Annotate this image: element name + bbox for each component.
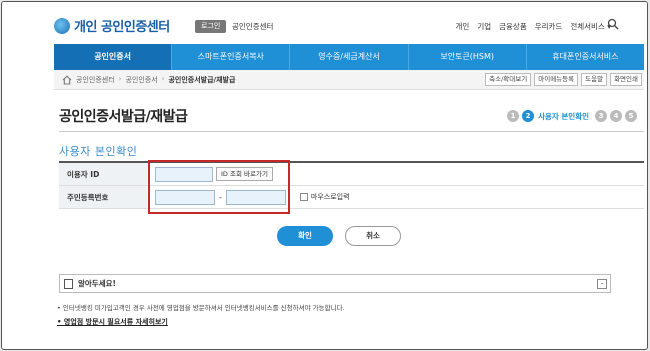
top-link-card[interactable]: 우리카드 xyxy=(535,21,563,32)
mouse-input-checkbox[interactable] xyxy=(299,193,308,201)
main-nav: 공인인증서 스마트폰인증서복사 영수증/세금계산서 보안토큰(HSM) 휴대폰인… xyxy=(54,44,644,70)
breadcrumb-separator: › xyxy=(118,74,122,83)
notice-title: 알아두세요! xyxy=(78,279,116,288)
step-4: 4 xyxy=(610,110,622,122)
required-docs-link[interactable]: • 영업점 방문시 필요서류 자세히보기 xyxy=(57,317,168,327)
search-icon[interactable] xyxy=(607,18,619,30)
active-step-label: 사용자 본인확인 xyxy=(538,111,589,121)
breadcrumb-bar: 공인인증센터 › 공인인증서 › 공인인증서발급/재발급 축소/확대보기 마이메… xyxy=(54,70,644,90)
my-menu-button[interactable]: 마이메뉴등록 xyxy=(534,73,579,86)
nav-item-security-token[interactable]: 보안토큰(HSM) xyxy=(409,44,527,70)
step-3: 3 xyxy=(595,110,607,122)
nav-item-mobile-certificate[interactable]: 휴대폰인증서서비스 xyxy=(527,44,644,70)
logo-mark-icon xyxy=(54,17,70,34)
step-indicator: 1 2 사용자 본인확인 3 4 5 xyxy=(507,110,637,122)
resident-number-row: 주민등록번호 - 마우스로입력 xyxy=(59,186,644,209)
home-icon[interactable] xyxy=(62,74,72,85)
note-icon xyxy=(64,278,73,289)
user-id-label: 이용자 ID xyxy=(59,163,147,185)
app-frame: 개인 공인인증센터 로그인 공인인증센터 개인 기업 금융상품 우리카드 전체서… xyxy=(1,1,648,350)
top-link-all-services[interactable]: 전체서비스 ▾ xyxy=(570,21,611,32)
step-2-active: 2 xyxy=(522,110,535,122)
top-link-business[interactable]: 기업 xyxy=(477,21,491,32)
breadcrumb-current: 공인인증서발급/재발급 xyxy=(168,75,236,84)
breadcrumb: 공인인증센터 › 공인인증서 › 공인인증서발급/재발급 xyxy=(76,75,235,85)
confirm-button[interactable]: 확인 xyxy=(277,226,333,246)
collapse-button[interactable]: - xyxy=(597,279,607,289)
breadcrumb-item[interactable]: 공인인증센터 xyxy=(76,75,115,85)
user-id-row: 이용자 ID ID 조회 바로가기 xyxy=(59,163,644,186)
resident-number-label: 주민등록번호 xyxy=(59,186,147,208)
title-divider xyxy=(59,131,644,132)
top-header: 개인 공인인증센터 로그인 공인인증센터 개인 기업 금융상품 우리카드 전체서… xyxy=(2,2,647,42)
print-button[interactable]: 화면인쇄 xyxy=(610,73,642,86)
cancel-button[interactable]: 취소 xyxy=(345,226,401,246)
top-links: 개인 기업 금융상품 우리카드 전체서비스 ▾ xyxy=(456,21,612,32)
page-tools: 축소/확대보기 마이메뉴등록 도움말 화면인쇄 xyxy=(485,73,642,86)
top-link-personal[interactable]: 개인 xyxy=(456,21,470,32)
step-1: 1 xyxy=(507,110,520,122)
mouse-input-label[interactable]: 마우스로입력 xyxy=(311,192,350,202)
site-logo[interactable]: 개인 공인인증센터 xyxy=(54,16,170,35)
highlight-box xyxy=(148,160,290,214)
section-title: 사용자 본인확인 xyxy=(59,145,138,158)
nav-item-receipt[interactable]: 영수증/세금계산서 xyxy=(290,44,409,70)
cert-center-link[interactable]: 공인인증센터 xyxy=(232,21,273,32)
breadcrumb-item[interactable]: 공인인증서 xyxy=(125,75,157,85)
help-button[interactable]: 도움말 xyxy=(581,73,608,86)
nav-item-certificate[interactable]: 공인인증서 xyxy=(54,44,173,70)
breadcrumb-separator: › xyxy=(161,74,165,83)
login-button[interactable]: 로그인 xyxy=(195,20,227,33)
notice-box: 알아두세요! - xyxy=(59,274,611,293)
step-5: 5 xyxy=(625,110,637,122)
identity-form: 이용자 ID ID 조회 바로가기 주민등록번호 - 마우스로입력 xyxy=(59,161,644,209)
nav-item-smartphone-copy[interactable]: 스마트폰인증서복사 xyxy=(172,44,291,70)
form-actions: 확인 취소 xyxy=(277,226,401,246)
notice-text: • 인터넷뱅킹 미가입고객인 경우 사전에 영업점을 방문하셔서 인터넷뱅킹서비… xyxy=(57,304,345,312)
page-title: 공인인증서발급/재발급 xyxy=(59,109,188,125)
logo-text: 개인 공인인증센터 xyxy=(74,20,170,35)
top-link-products[interactable]: 금융상품 xyxy=(499,21,527,32)
zoom-button[interactable]: 축소/확대보기 xyxy=(485,73,532,86)
